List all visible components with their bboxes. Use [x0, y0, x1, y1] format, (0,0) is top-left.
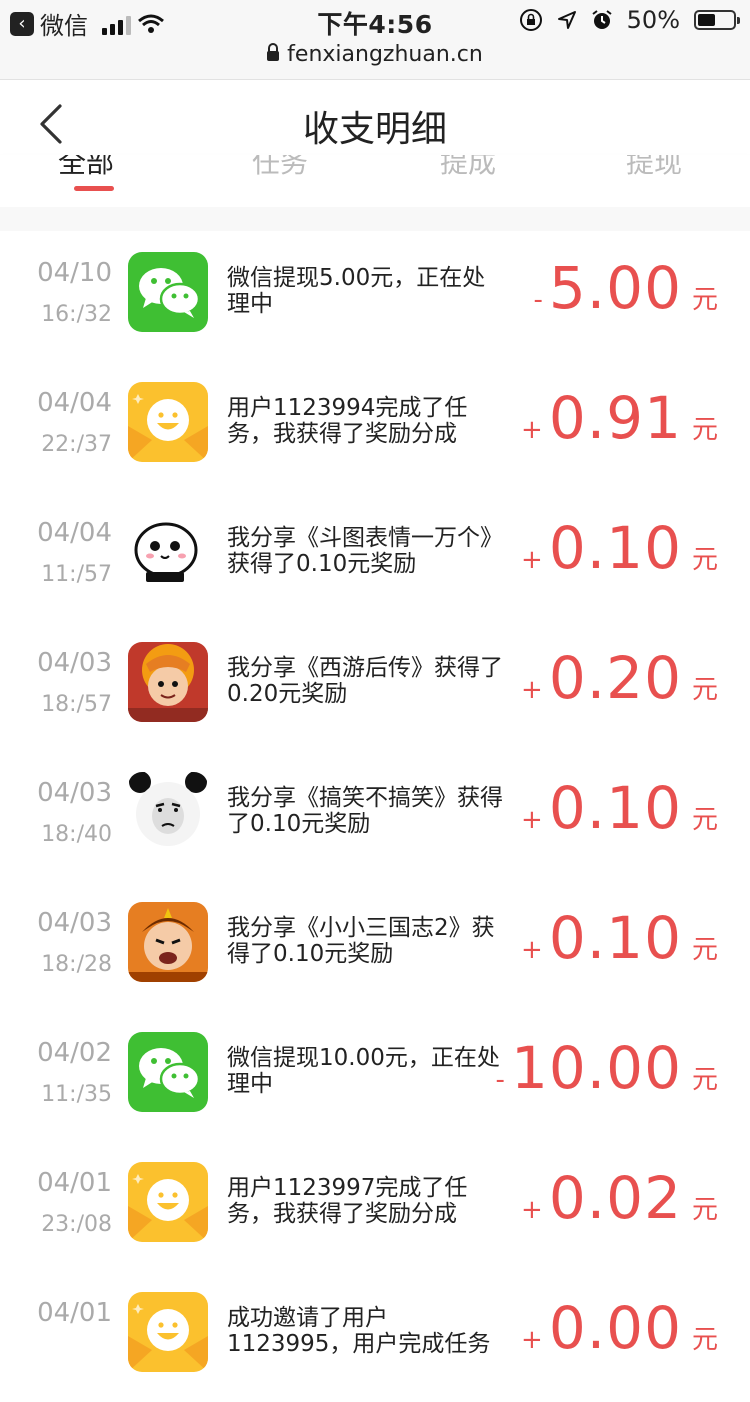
- amount-sign: +: [521, 415, 543, 445]
- amount-unit: 元: [691, 935, 718, 965]
- amount-value: 0.91: [548, 384, 682, 452]
- record-time: 16:/32: [41, 302, 112, 327]
- smiley-icon: [128, 1162, 208, 1242]
- record-amount: + 0.91 元: [521, 384, 718, 452]
- record-time: 18:/28: [41, 952, 112, 977]
- amount-sign: +: [521, 935, 543, 965]
- record-amount: + 0.10 元: [521, 774, 718, 842]
- record-row-8[interactable]: 04/01 成功邀请了用户1123995，用户完成任务 + 0.00 元: [0, 1272, 750, 1402]
- record-row-7[interactable]: 04/01 23:/08 用户1123997完成了任务，我获得了奖励分成 + 0…: [0, 1142, 750, 1272]
- amount-value: 0.00: [548, 1294, 682, 1362]
- battery-icon: [694, 10, 740, 30]
- amount-value: 0.10: [548, 514, 682, 582]
- amount-unit: 元: [691, 1325, 718, 1355]
- smiley-icon: [128, 1292, 208, 1372]
- record-amount: + 0.02 元: [521, 1164, 718, 1232]
- record-description: 微信提现5.00元，正在处理中: [227, 265, 486, 317]
- section-divider: [0, 207, 750, 231]
- record-date: 04/04: [37, 518, 112, 548]
- record-time: 22:/37: [41, 432, 112, 457]
- amount-unit: 元: [691, 1195, 718, 1225]
- record-amount: - 10.00 元: [496, 1034, 718, 1102]
- record-date: 04/03: [37, 648, 112, 678]
- url-text: fenxiangzhuan.cn: [287, 42, 483, 67]
- records-list: 04/10 16:/32 微信提现5.00元，正在处理中 - 5.00 元 04…: [0, 232, 750, 1402]
- lock-icon: [267, 43, 280, 61]
- amount-unit: 元: [691, 545, 718, 575]
- record-description: 我分享《斗图表情一万个》获得了0.10元奖励: [227, 525, 503, 577]
- record-row-4[interactable]: 04/03 18:/40 我分享《搞笑不搞笑》获得了0.10元奖励 + 0.10…: [0, 752, 750, 882]
- record-time: 18:/40: [41, 822, 112, 847]
- record-time: 18:/57: [41, 692, 112, 717]
- amount-sign: +: [521, 1325, 543, 1355]
- url-bar[interactable]: fenxiangzhuan.cn: [0, 40, 750, 80]
- record-description: 我分享《搞笑不搞笑》获得了0.10元奖励: [227, 785, 503, 837]
- meme-face-icon: [128, 512, 208, 592]
- page-title: 收支明细: [302, 109, 447, 150]
- tab-task[interactable]: 任务: [252, 155, 308, 181]
- sanguo-game-icon: [128, 902, 208, 982]
- record-row-6[interactable]: 04/02 11:/35 微信提现10.00元，正在处理中 - 10.00 元: [0, 1012, 750, 1142]
- amount-unit: 元: [691, 675, 718, 705]
- record-date: 04/10: [37, 258, 112, 288]
- amount-sign: +: [521, 675, 543, 705]
- amount-value: 10.00: [510, 1034, 682, 1102]
- amount-value: 0.10: [548, 904, 682, 972]
- record-description: 我分享《西游后传》获得了0.20元奖励: [227, 655, 503, 707]
- record-amount: + 0.10 元: [521, 904, 718, 972]
- record-row-0[interactable]: 04/10 16:/32 微信提现5.00元，正在处理中 - 5.00 元: [0, 232, 750, 362]
- record-description: 我分享《小小三国志2》获得了0.10元奖励: [227, 915, 495, 967]
- amount-value: 5.00: [548, 254, 682, 322]
- record-date: 04/03: [37, 908, 112, 938]
- amount-unit: 元: [691, 805, 718, 835]
- tab-withdraw[interactable]: 提现: [626, 155, 682, 181]
- wechat-icon: [128, 1032, 208, 1112]
- record-amount: + 0.20 元: [521, 644, 718, 712]
- record-amount: - 5.00 元: [533, 254, 718, 322]
- record-time: 23:/08: [41, 1212, 112, 1237]
- record-description: 成功邀请了用户1123995，用户完成任务: [227, 1305, 491, 1357]
- record-row-1[interactable]: 04/04 22:/37 用户1123994完成了任务，我获得了奖励分成 + 0…: [0, 362, 750, 492]
- record-row-2[interactable]: 04/04 11:/57 我分享《斗图表情一万个》获得了0.10元奖励 + 0.…: [0, 492, 750, 622]
- record-row-3[interactable]: 04/03 18:/57 我分享《西游后传》获得了0.20元奖励 + 0.20 …: [0, 622, 750, 752]
- amount-sign: +: [521, 805, 543, 835]
- location-icon: [557, 11, 576, 29]
- record-date: 04/04: [37, 388, 112, 418]
- record-description: 微信提现10.00元，正在处理中: [227, 1045, 500, 1097]
- record-row-5[interactable]: 04/03 18:/28 我分享《小小三国志2》获得了0.10元奖励 + 0.1…: [0, 882, 750, 1012]
- status-bar: ‹ 微信 下午4:56 50%: [0, 0, 750, 40]
- amount-value: 0.20: [548, 644, 682, 712]
- record-date: 04/01: [37, 1298, 112, 1328]
- alarm-icon: [592, 10, 612, 29]
- amount-sign: +: [521, 545, 543, 575]
- record-amount: + 0.00 元: [521, 1294, 718, 1362]
- amount-sign: +: [521, 1195, 543, 1225]
- xiyou-game-icon: [128, 642, 208, 722]
- orientation-lock-icon: [519, 9, 542, 31]
- amount-value: 0.02: [548, 1164, 682, 1232]
- record-description: 用户1123997完成了任务，我获得了奖励分成: [227, 1175, 468, 1227]
- record-date: 04/02: [37, 1038, 112, 1068]
- record-date: 04/01: [37, 1168, 112, 1198]
- wechat-icon: [128, 252, 208, 332]
- record-time: 11:/35: [41, 1082, 112, 1107]
- status-right: 50%: [519, 6, 740, 34]
- tab-commission[interactable]: 提成: [440, 155, 496, 181]
- amount-value: 0.10: [548, 774, 682, 842]
- amount-sign: -: [533, 285, 543, 315]
- filter-tabs: 全部 任务 提成 提现: [0, 155, 750, 207]
- record-date: 04/03: [37, 778, 112, 808]
- record-time: 11:/57: [41, 562, 112, 587]
- record-description: 用户1123994完成了任务，我获得了奖励分成: [227, 395, 468, 447]
- amount-unit: 元: [691, 285, 718, 315]
- smiley-icon: [128, 382, 208, 462]
- amount-unit: 元: [691, 415, 718, 445]
- tab-all[interactable]: 全部: [58, 155, 114, 181]
- tab-indicator: [74, 186, 114, 191]
- amount-unit: 元: [691, 1065, 718, 1095]
- amount-sign: -: [495, 1065, 505, 1095]
- battery-percent: 50%: [626, 6, 680, 34]
- record-amount: + 0.10 元: [521, 514, 718, 582]
- panda-meme-icon: [128, 772, 208, 852]
